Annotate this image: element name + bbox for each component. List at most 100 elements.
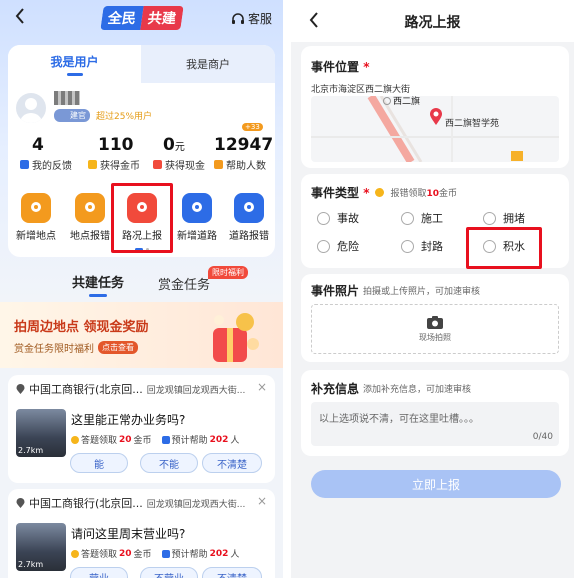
user-level-row: 建官 超过25%用户 (54, 109, 152, 122)
stat-value: 4 (32, 135, 44, 155)
right-screen: 路况上报 事件位置 * 北京市海淀区西二旗大街 西二旗 西二旗智学苑 事件类型 … (291, 0, 574, 578)
stat-label: 我的反馈 (32, 161, 72, 172)
username-blurred (54, 91, 80, 105)
default-avatar-icon (20, 98, 42, 123)
action-label: 地点报错 (70, 231, 110, 242)
event-option[interactable]: 危险 (317, 238, 359, 254)
tab-merchant-label: 我是商户 (186, 58, 230, 71)
stat-label: 获得现金 (165, 161, 205, 172)
stat-icon (20, 160, 29, 169)
tab-build-label: 共建任务 (72, 276, 125, 291)
answer-button[interactable]: 不营业 (140, 567, 198, 578)
event-type-reward: 报错领取10金币 (390, 189, 458, 199)
customer-service-button[interactable]: 客服 (231, 10, 272, 27)
photo-hint: 拍摄或上传照片，可加速审核 (363, 287, 481, 297)
help-icon (161, 549, 170, 558)
stat-label-row: 帮助人数 (214, 157, 274, 172)
service-label: 客服 (248, 12, 273, 26)
stat-badge: +33 (242, 123, 263, 131)
gift-coin-icon (213, 313, 259, 362)
reward-illustration (203, 304, 263, 366)
highlight-road-report (111, 183, 173, 253)
screen-divider (283, 0, 291, 578)
action-add-road[interactable]: 新增道路 (171, 193, 223, 242)
event-option[interactable]: 拥堵 (483, 210, 525, 226)
task-distance: 2.7km (18, 446, 44, 455)
action-add-place[interactable]: 新增地点 (10, 193, 62, 242)
stat-value: 0元 (163, 135, 185, 155)
action-road-error[interactable]: 道路报错 (223, 193, 275, 242)
tab-user[interactable]: 我是用户 (8, 45, 141, 83)
radio-icon (483, 211, 496, 225)
answer-button[interactable]: 能 (70, 453, 128, 473)
rank-text: 超过25%用户 (96, 112, 153, 122)
add-place-icon (21, 193, 51, 223)
map-label-1: 西二旗 (383, 96, 420, 107)
location-address: 北京市海淀区西二旗大街 (311, 85, 411, 95)
avatar[interactable] (16, 93, 46, 123)
stat-value: 110 (98, 135, 134, 155)
task-address: 回龙观镇回龙观西大街... (146, 499, 246, 510)
close-icon[interactable]: × (257, 494, 267, 508)
event-option-label: 施工 (421, 212, 443, 225)
task-question: 这里能正常办业务吗? (71, 413, 186, 427)
stat-item[interactable]: 110 获得金币 (88, 135, 148, 172)
banner-title: 拍周边地点 领现金奖励 (14, 320, 149, 335)
extra-label-row: 补充信息 添加补充信息，可加速审核 (311, 380, 471, 397)
answer-button[interactable]: 不清楚 (202, 567, 262, 578)
task-place-row: 中国工商银行(北京回... 回龙观镇回龙观西大街... (16, 495, 245, 511)
task-card[interactable]: 中国工商银行(北京回... 回龙观镇回龙观西大街... × 2.7km 这里能正常办业务… (8, 375, 275, 483)
submit-button[interactable]: 立即上报 (311, 470, 561, 498)
task-card[interactable]: 中国工商银行(北京回... 回龙观镇回龙观西大街... × 2.7km 请问这里周末营业… (8, 489, 275, 578)
stat-label-row: 获得金币 (88, 157, 148, 172)
back-button[interactable] (14, 8, 26, 29)
extra-textarea[interactable]: 以上选项说不清，可在这里吐槽。。。 0/40 (311, 402, 559, 446)
event-option[interactable]: 施工 (401, 210, 443, 226)
extra-placeholder: 以上选项说不清，可在这里吐槽。。。 (319, 414, 479, 425)
page-title: 路况上报 (404, 15, 461, 31)
location-label-row: 事件位置 * (311, 60, 370, 74)
action-label: 新增地点 (16, 231, 56, 242)
camera-icon (427, 315, 443, 329)
stat-label-row: 我的反馈 (20, 157, 80, 172)
task-question: 请问这里周末营业吗? (71, 527, 186, 541)
tab-build-tasks[interactable]: 共建任务 (72, 272, 124, 297)
event-option-label: 事故 (337, 212, 359, 225)
stat-item[interactable]: 4 我的反馈 (20, 135, 80, 172)
action-place-error[interactable]: 地点报错 (64, 193, 116, 242)
answer-button[interactable]: 营业 (70, 567, 128, 578)
stat-item[interactable]: 0元获得现金 (153, 135, 213, 172)
banner-button[interactable]: 点击查看 (98, 341, 138, 354)
tab-merchant[interactable]: 我是商户 (141, 45, 275, 83)
stat-icon (153, 160, 162, 169)
place-error-icon (75, 193, 105, 223)
event-option[interactable]: 事故 (317, 210, 359, 226)
take-photo-button[interactable]: 现场拍照 (311, 304, 559, 354)
coin-icon (71, 549, 79, 558)
help-icon (161, 435, 170, 444)
submit-label: 立即上报 (411, 477, 460, 492)
stat-value: 12947 (214, 135, 274, 155)
event-option[interactable]: 封路 (401, 238, 443, 254)
close-icon[interactable]: × (257, 380, 267, 394)
pin-icon (16, 497, 25, 508)
task-thumbnail: 2.7km (16, 523, 66, 571)
headset-icon (232, 12, 244, 24)
chevron-left-icon (15, 8, 24, 24)
answer-button[interactable]: 不清楚 (202, 453, 262, 473)
stat-icon (214, 160, 223, 169)
banner-subtitle: 赏金任务限时福利 (14, 344, 94, 355)
answer-button[interactable]: 不能 (140, 453, 198, 473)
stat-item[interactable]: 12947 帮助人数 +33 (214, 123, 274, 172)
bounty-banner[interactable]: 拍周边地点 领现金奖励 赏金任务限时福利 点击查看 (0, 302, 283, 368)
tab-underline (66, 72, 83, 76)
logo-part2: 共建 (140, 6, 184, 30)
event-type-label: 事件类型 * (311, 186, 370, 200)
location-map[interactable]: 西二旗 西二旗智学苑 (311, 96, 559, 162)
photo-label-row: 事件照片 拍摄或上传照片，可加速审核 (311, 282, 480, 299)
tab-bounty-tasks[interactable]: 赏金任务 (158, 274, 210, 293)
tab-build-underline (89, 294, 107, 297)
location-label: 事件位置 (311, 60, 360, 74)
tab-user-label: 我是用户 (50, 54, 99, 69)
take-photo-label: 现场拍照 (419, 332, 451, 342)
